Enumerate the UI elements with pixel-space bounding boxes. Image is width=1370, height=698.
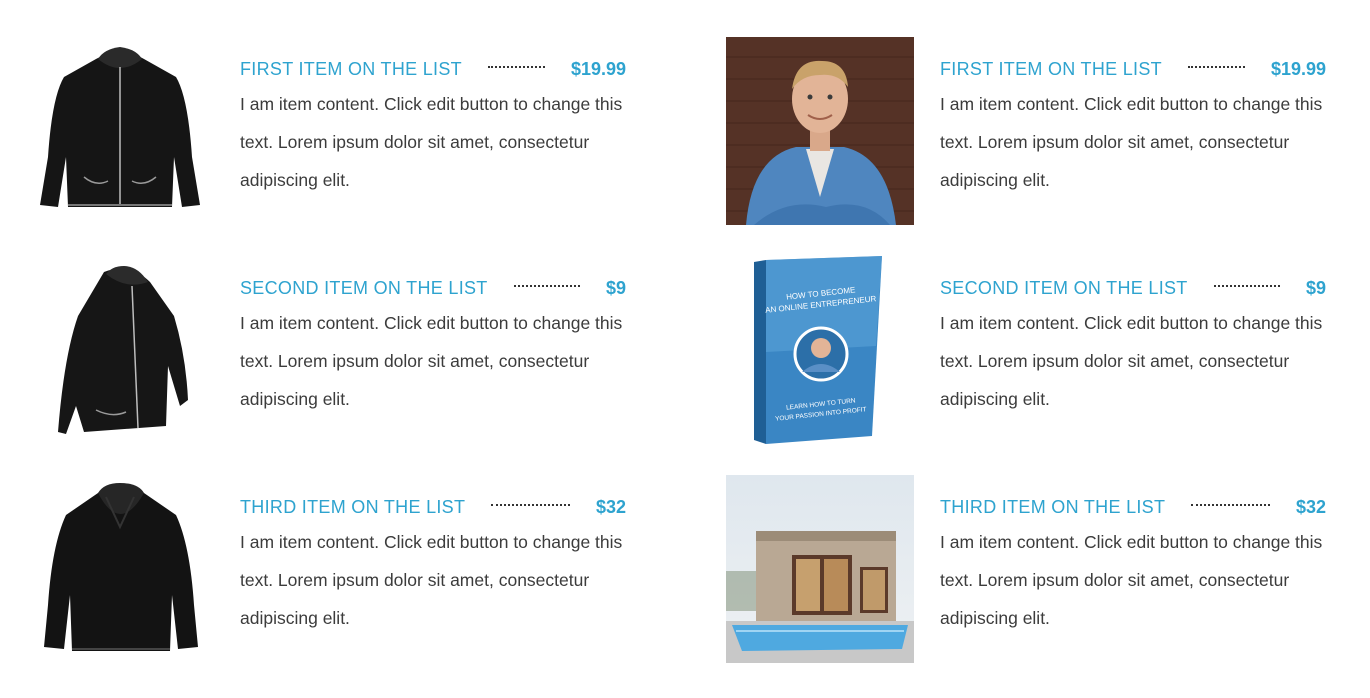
item-price: $19.99	[570, 58, 626, 79]
item-text: THIRD ITEM ON THE LIST $32 I am item con…	[240, 493, 626, 637]
list-item: THIRD ITEM ON THE LIST $32 I am item con…	[700, 475, 1360, 675]
product-image-pullover-hoodie	[26, 475, 214, 663]
item-header: THIRD ITEM ON THE LIST $32	[240, 493, 626, 521]
ebook-cover-image: HOW TO BECOME AN ONLINE ENTREPRENEUR LEA…	[726, 256, 914, 444]
list-item: HOW TO BECOME AN ONLINE ENTREPRENEUR LEA…	[700, 256, 1360, 456]
item-text: FIRST ITEM ON THE LIST $19.99 I am item …	[940, 55, 1326, 199]
item-header: FIRST ITEM ON THE LIST $19.99	[240, 55, 626, 83]
item-description: I am item content. Click edit button to …	[240, 532, 623, 628]
item-header: THIRD ITEM ON THE LIST $32	[940, 493, 1326, 521]
item-description: I am item content. Click edit button to …	[940, 313, 1323, 409]
man-portrait-illustration	[726, 37, 914, 225]
list-item: SECOND ITEM ON THE LIST $9 I am item con…	[0, 256, 660, 456]
house-photo	[726, 475, 914, 663]
item-title: FIRST ITEM ON THE LIST	[240, 58, 462, 79]
item-description: I am item content. Click edit button to …	[940, 94, 1323, 190]
product-image-zip-hoodie	[26, 37, 214, 225]
item-text: SECOND ITEM ON THE LIST $9 I am item con…	[940, 274, 1326, 418]
item-header: SECOND ITEM ON THE LIST $9	[240, 274, 626, 302]
hoodie-side-illustration	[26, 256, 214, 444]
leader-dots	[513, 285, 580, 287]
item-price: $9	[605, 277, 626, 298]
item-header: SECOND ITEM ON THE LIST $9	[940, 274, 1326, 302]
list-item: FIRST ITEM ON THE LIST $19.99 I am item …	[0, 37, 660, 237]
list-item: FIRST ITEM ON THE LIST $19.99 I am item …	[700, 37, 1360, 237]
item-text: FIRST ITEM ON THE LIST $19.99 I am item …	[240, 55, 626, 199]
item-header: FIRST ITEM ON THE LIST $19.99	[940, 55, 1326, 83]
item-description: I am item content. Click edit button to …	[240, 313, 623, 409]
leader-dots	[1187, 66, 1245, 68]
item-title: SECOND ITEM ON THE LIST	[940, 277, 1188, 298]
menu-column-left: FIRST ITEM ON THE LIST $19.99 I am item …	[0, 0, 660, 698]
list-item: THIRD ITEM ON THE LIST $32 I am item con…	[0, 475, 660, 675]
item-title: THIRD ITEM ON THE LIST	[940, 496, 1166, 517]
item-price: $9	[1305, 277, 1326, 298]
item-price: $19.99	[1270, 58, 1326, 79]
item-title: SECOND ITEM ON THE LIST	[240, 277, 488, 298]
modern-house-illustration	[726, 475, 914, 663]
ebook-illustration: HOW TO BECOME AN ONLINE ENTREPRENEUR LEA…	[726, 256, 914, 444]
product-image-zip-hoodie-side	[26, 256, 214, 444]
leader-dots	[1213, 285, 1280, 287]
item-price: $32	[1295, 496, 1326, 517]
leader-dots	[487, 66, 545, 68]
item-text: SECOND ITEM ON THE LIST $9 I am item con…	[240, 274, 626, 418]
pullover-hoodie-illustration	[26, 475, 214, 663]
leader-dots	[491, 504, 570, 506]
item-description: I am item content. Click edit button to …	[240, 94, 623, 190]
item-price: $32	[595, 496, 626, 517]
item-text: THIRD ITEM ON THE LIST $32 I am item con…	[940, 493, 1326, 637]
item-description: I am item content. Click edit button to …	[940, 532, 1323, 628]
item-title: FIRST ITEM ON THE LIST	[940, 58, 1162, 79]
leader-dots	[1191, 504, 1270, 506]
menu-column-right: FIRST ITEM ON THE LIST $19.99 I am item …	[700, 0, 1360, 698]
hoodie-illustration	[26, 37, 214, 225]
portrait-photo	[726, 37, 914, 225]
item-title: THIRD ITEM ON THE LIST	[240, 496, 466, 517]
